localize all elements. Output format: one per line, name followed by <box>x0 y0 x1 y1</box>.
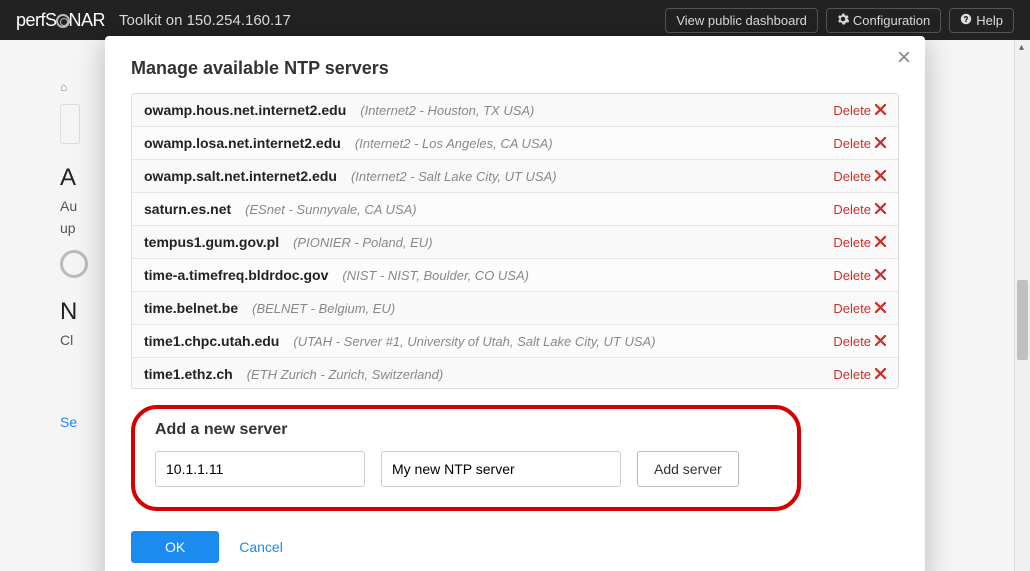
delete-server-link[interactable]: Delete <box>833 235 886 250</box>
delete-label: Delete <box>833 235 871 250</box>
add-server-form: Add server <box>155 451 777 487</box>
ntp-server-list[interactable]: owamp.hous.net.internet2.edu (Internet2 -… <box>131 93 899 389</box>
delete-label: Delete <box>833 334 871 349</box>
server-hostname: time1.ethz.ch <box>144 366 233 382</box>
sonar-icon <box>56 14 70 28</box>
server-description: (NIST - NIST, Boulder, CO USA) <box>342 268 529 283</box>
delete-label: Delete <box>833 268 871 283</box>
server-description: (Internet2 - Los Angeles, CA USA) <box>355 136 553 151</box>
table-row: owamp.losa.net.internet2.edu (Internet2 -… <box>132 127 898 160</box>
bg-circle-icon <box>60 250 88 278</box>
cancel-button[interactable]: Cancel <box>239 539 283 555</box>
table-row: time.belnet.be (BELNET - Belgium, EU) Dele… <box>132 292 898 325</box>
top-navbar: perfS NAR Toolkit on 150.254.160.17 View … <box>0 0 1030 40</box>
server-description: (PIONIER - Poland, EU) <box>293 235 432 250</box>
delete-label: Delete <box>833 103 871 118</box>
server-hostname: saturn.es.net <box>144 201 231 217</box>
add-server-highlight: Add a new server Add server <box>131 405 801 511</box>
close-icon <box>875 136 886 151</box>
help-button[interactable]: Help <box>949 8 1014 33</box>
table-row: time-a.timefreq.bldrdoc.gov (NIST - NIST,… <box>132 259 898 292</box>
server-description: (UTAH - Server #1, University of Utah, S… <box>293 334 655 349</box>
table-row: owamp.salt.net.internet2.edu (Internet2 -… <box>132 160 898 193</box>
scrollbar-thumb[interactable] <box>1017 280 1028 360</box>
server-description: (Internet2 - Salt Lake City, UT USA) <box>351 169 557 184</box>
button-label: Configuration <box>853 13 930 28</box>
add-server-heading: Add a new server <box>155 421 777 439</box>
close-icon <box>875 367 886 382</box>
delete-server-link[interactable]: Delete <box>833 136 886 151</box>
server-hostname: owamp.salt.net.internet2.edu <box>144 168 337 184</box>
close-icon <box>875 301 886 316</box>
modal-backdrop: × Manage available NTP servers owamp.hou… <box>0 0 1030 571</box>
close-icon <box>875 169 886 184</box>
delete-label: Delete <box>833 136 871 151</box>
delete-server-link[interactable]: Delete <box>833 334 886 349</box>
table-row: saturn.es.net (ESnet - Sunnyvale, CA USA)… <box>132 193 898 226</box>
delete-server-link[interactable]: Delete <box>833 367 886 382</box>
table-row: tempus1.gum.gov.pl (PIONIER - Poland, EU)… <box>132 226 898 259</box>
view-public-dashboard-button[interactable]: View public dashboard <box>665 8 818 33</box>
brand-text-prefix: perfS <box>16 10 57 30</box>
server-hostname: owamp.losa.net.internet2.edu <box>144 135 341 151</box>
server-description: (Internet2 - Houston, TX USA) <box>360 103 534 118</box>
gear-icon <box>837 13 849 28</box>
server-description: (ESnet - Sunnyvale, CA USA) <box>245 202 416 217</box>
table-row: owamp.hous.net.internet2.edu (Internet2 -… <box>132 94 898 127</box>
server-hostname: time1.chpc.utah.edu <box>144 333 279 349</box>
close-icon <box>875 268 886 283</box>
close-icon <box>875 235 886 250</box>
new-server-host-input[interactable] <box>155 451 365 487</box>
toolkit-host-label: Toolkit on 150.254.160.17 <box>119 12 291 29</box>
button-label: Help <box>976 13 1003 28</box>
close-icon <box>875 103 886 118</box>
delete-server-link[interactable]: Delete <box>833 202 886 217</box>
server-hostname: tempus1.gum.gov.pl <box>144 234 279 250</box>
button-label: View public dashboard <box>676 13 807 28</box>
server-hostname: time.belnet.be <box>144 300 238 316</box>
close-icon <box>875 202 886 217</box>
server-description: (BELNET - Belgium, EU) <box>252 301 395 316</box>
ntp-servers-modal: × Manage available NTP servers owamp.hou… <box>105 36 925 571</box>
close-icon <box>875 334 886 349</box>
server-hostname: owamp.hous.net.internet2.edu <box>144 102 346 118</box>
delete-server-link[interactable]: Delete <box>833 268 886 283</box>
server-description: (ETH Zurich - Zurich, Switzerland) <box>247 367 443 382</box>
ok-button[interactable]: OK <box>131 531 219 563</box>
help-icon <box>960 13 972 28</box>
brand-logo: perfS NAR <box>16 10 105 31</box>
scroll-up-icon[interactable]: ▴ <box>1019 42 1024 53</box>
delete-server-link[interactable]: Delete <box>833 103 886 118</box>
table-row: time1.ethz.ch (ETH Zurich - Zurich, Switz… <box>132 358 898 389</box>
configuration-button[interactable]: Configuration <box>826 8 941 33</box>
brand-text-suffix: NAR <box>69 10 106 30</box>
modal-title: Manage available NTP servers <box>131 58 899 79</box>
new-server-description-input[interactable] <box>381 451 621 487</box>
delete-label: Delete <box>833 367 871 382</box>
delete-server-link[interactable]: Delete <box>833 301 886 316</box>
close-icon[interactable]: × <box>897 46 911 70</box>
add-server-button[interactable]: Add server <box>637 451 739 487</box>
delete-server-link[interactable]: Delete <box>833 169 886 184</box>
page-scrollbar[interactable]: ▴ <box>1014 40 1030 571</box>
table-row: time1.chpc.utah.edu (UTAH - Server #1, Un… <box>132 325 898 358</box>
delete-label: Delete <box>833 169 871 184</box>
server-hostname: time-a.timefreq.bldrdoc.gov <box>144 267 328 283</box>
delete-label: Delete <box>833 202 871 217</box>
modal-footer: OK Cancel <box>131 531 899 563</box>
delete-label: Delete <box>833 301 871 316</box>
